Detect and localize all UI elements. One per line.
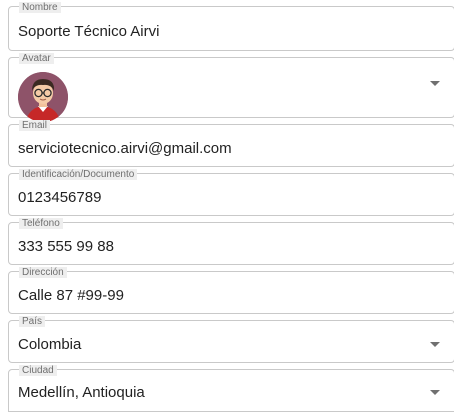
- documento-field[interactable]: Identificación/Documento 0123456789: [8, 169, 454, 216]
- direccion-input[interactable]: Calle 87 #99-99: [18, 287, 124, 305]
- caret-down-icon[interactable]: [430, 81, 440, 86]
- email-field[interactable]: Email serviciotecnico.airvi@gmail.com: [8, 120, 454, 167]
- direccion-field[interactable]: Dirección Calle 87 #99-99: [8, 267, 454, 314]
- nombre-field[interactable]: Nombre Soporte Técnico Airvi: [8, 2, 454, 51]
- email-label: Email: [19, 120, 51, 131]
- nombre-label: Nombre: [19, 2, 61, 13]
- avatar-label: Avatar: [19, 53, 54, 64]
- avatar: [18, 72, 68, 122]
- direccion-label: Dirección: [19, 267, 67, 278]
- ciudad-value[interactable]: Medellín, Antioquia: [18, 384, 145, 402]
- support-agent-avatar-icon: [18, 72, 68, 122]
- ciudad-select[interactable]: Ciudad Medellín, Antioquia: [8, 365, 454, 412]
- telefono-input[interactable]: 333 555 99 88: [18, 238, 114, 256]
- pais-label: País: [19, 316, 46, 327]
- documento-label: Identificación/Documento: [19, 169, 138, 180]
- avatar-select[interactable]: Avatar: [8, 53, 454, 122]
- email-input[interactable]: serviciotecnico.airvi@gmail.com: [18, 140, 232, 158]
- pais-select[interactable]: País Colombia: [8, 316, 454, 363]
- telefono-field[interactable]: Teléfono 333 555 99 88: [8, 218, 454, 265]
- documento-input[interactable]: 0123456789: [18, 189, 101, 207]
- pais-value[interactable]: Colombia: [18, 336, 81, 354]
- nombre-input[interactable]: Soporte Técnico Airvi: [18, 23, 159, 41]
- telefono-label: Teléfono: [19, 218, 63, 229]
- ciudad-label: Ciudad: [19, 365, 57, 376]
- caret-down-icon[interactable]: [430, 390, 440, 395]
- caret-down-icon[interactable]: [430, 342, 440, 347]
